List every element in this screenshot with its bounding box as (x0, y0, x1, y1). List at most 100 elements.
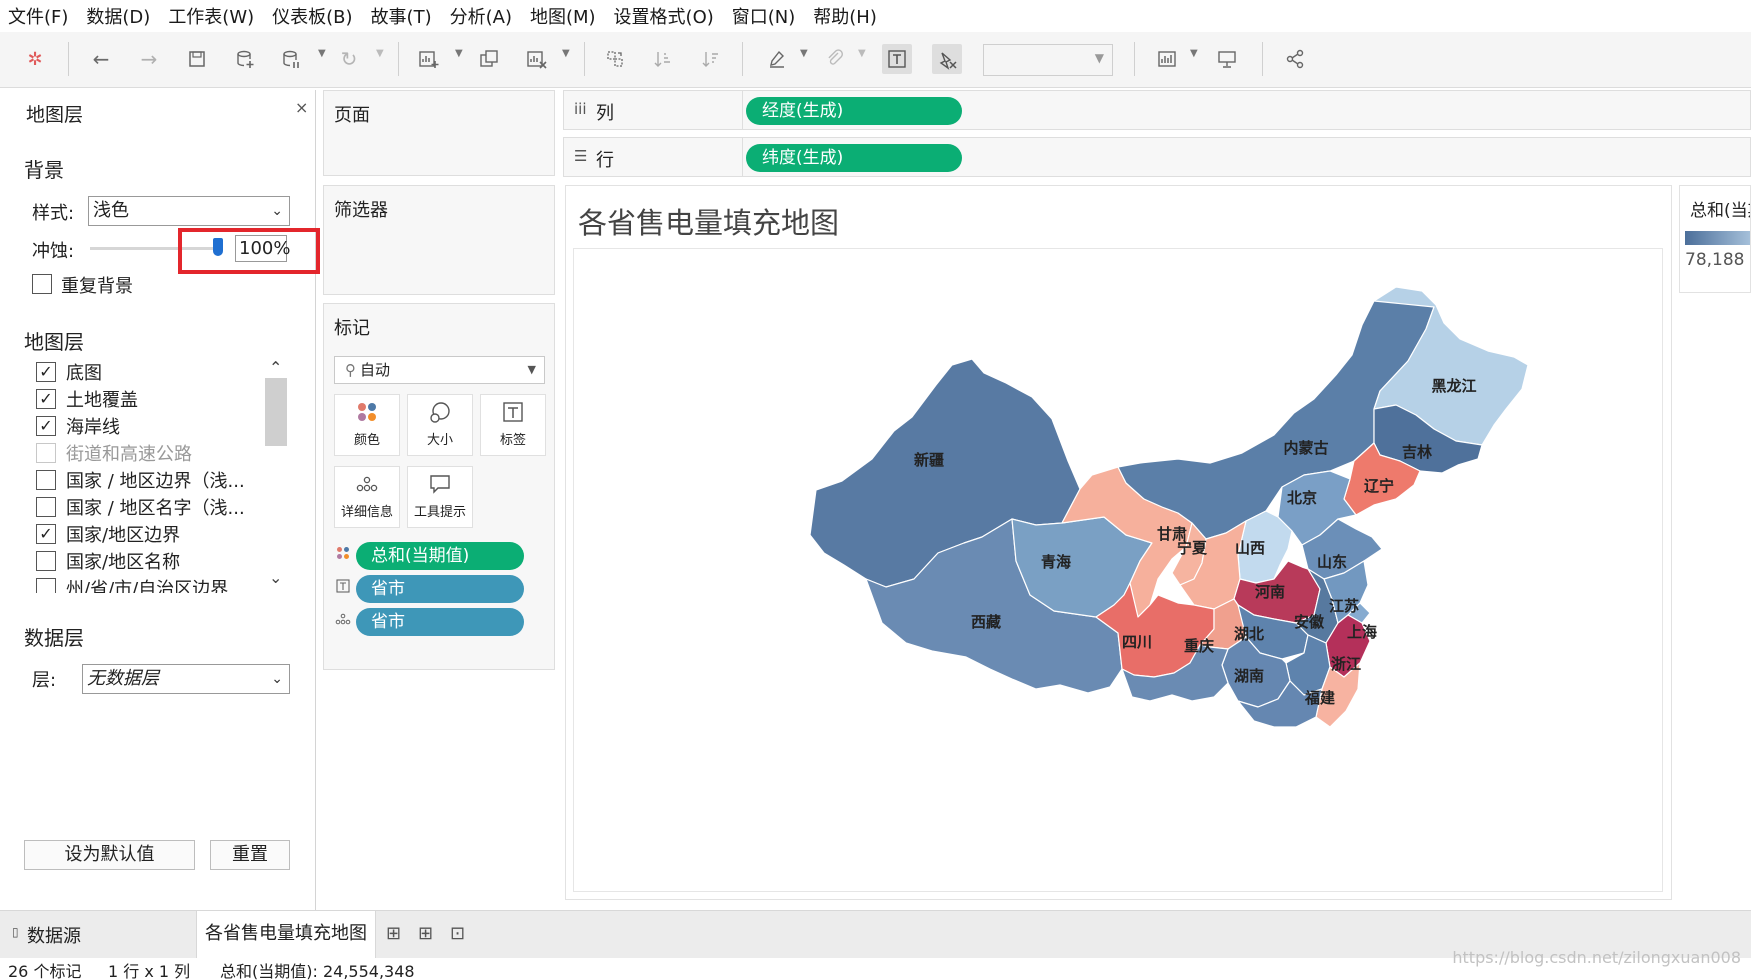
menu-file[interactable]: 文件(F) (8, 3, 68, 29)
map-label-heilongjiang: 黑龙江 (1431, 377, 1476, 395)
layer-label: 国家/地区边界 (66, 525, 181, 546)
new-worksheet-icon[interactable] (414, 44, 444, 74)
map-label-beijing: 北京 (1287, 489, 1317, 507)
color-dots-icon (334, 546, 352, 564)
dropdown-arrow-icon[interactable]: ▼ (858, 48, 866, 59)
size-button[interactable]: 大小 (407, 394, 473, 456)
layer-checkbox-basemap[interactable]: ✓ (36, 362, 56, 382)
chevron-down-icon: ⌄ (271, 203, 283, 219)
tab-sheet[interactable]: 各省售电量填充地图 (196, 911, 376, 958)
fit-combobox[interactable]: ▼ (983, 44, 1113, 76)
label-pill-province[interactable]: 省市 (356, 575, 524, 603)
dropdown-arrow-icon[interactable]: ▼ (800, 48, 808, 59)
color-button[interactable]: 颜色 (334, 394, 400, 456)
layer-checkbox-country-names-light[interactable] (36, 497, 56, 517)
close-icon[interactable]: × (295, 98, 308, 117)
filled-map[interactable]: 新疆 西藏 青海 甘肃 内蒙古 黑龙江 吉林 辽宁 宁夏 北京 山西 山东 河南… (573, 248, 1663, 892)
clear-sheet-icon[interactable] (522, 44, 552, 74)
filters-card[interactable]: 筛选器 (323, 185, 555, 295)
map-svg: 新疆 西藏 青海 甘肃 内蒙古 黑龙江 吉林 辽宁 宁夏 北京 山西 山东 河南… (809, 286, 1529, 728)
chevron-down-icon: ▼ (1094, 51, 1104, 65)
pause-update-icon[interactable] (276, 44, 306, 74)
detail-pill-province[interactable]: 省市 (356, 608, 524, 636)
save-icon[interactable] (182, 44, 212, 74)
layer-list-scrollbar[interactable]: ⌃ ⌄ (265, 358, 287, 590)
set-default-button[interactable]: 设为默认值 (24, 840, 195, 870)
data-layer-select[interactable]: 无数据层 ⌄ (82, 664, 290, 694)
label-button[interactable]: 标签 (480, 394, 546, 456)
columns-pill-longitude[interactable]: 经度(生成) (746, 97, 962, 125)
layer-checkbox-coastline[interactable]: ✓ (36, 416, 56, 436)
new-datasource-icon[interactable] (230, 44, 260, 74)
scrollbar-thumb[interactable] (265, 378, 287, 446)
menu-worksheet[interactable]: 工作表(W) (168, 3, 254, 29)
columns-shelf[interactable]: iii 列 经度(生成) (563, 90, 1751, 130)
map-label-jilin: 吉林 (1402, 443, 1433, 461)
redo-icon[interactable]: → (134, 44, 164, 74)
tableau-logo-icon[interactable]: ✲ (20, 44, 50, 74)
toolbar-separator (68, 42, 69, 76)
layer-checkbox-land-cover[interactable]: ✓ (36, 389, 56, 409)
dropdown-arrow-icon[interactable]: ▼ (318, 48, 326, 59)
layer-checkbox-country-borders-light[interactable] (36, 470, 56, 490)
map-label-zhejiang: 浙江 (1331, 655, 1361, 673)
menu-window[interactable]: 窗口(N) (732, 3, 796, 29)
dropdown-arrow-icon[interactable]: ▼ (1190, 48, 1198, 59)
detail-button[interactable]: 详细信息 (334, 466, 400, 528)
highlight-icon[interactable] (762, 44, 792, 74)
sheet-title: 各省售电量填充地图 (578, 206, 840, 240)
share-icon[interactable] (1280, 44, 1310, 74)
tab-datasource[interactable]: ▯ 数据源 (0, 911, 196, 958)
map-label-hunan: 湖南 (1234, 667, 1264, 685)
map-layer-list: ✓ 底图 ✓ 土地覆盖 ✓ 海岸线 街道和高速公路 国家 / 地区边界（浅...… (30, 355, 292, 593)
group-icon[interactable] (820, 44, 850, 74)
show-labels-icon[interactable] (882, 44, 912, 74)
menu-analysis[interactable]: 分析(A) (450, 3, 512, 29)
menu-format[interactable]: 设置格式(O) (614, 3, 714, 29)
style-label: 样式: (32, 203, 75, 224)
duplicate-icon[interactable] (474, 44, 504, 74)
dropdown-arrow-icon[interactable]: ▼ (455, 48, 463, 59)
layer-checkbox-country-names[interactable] (36, 551, 56, 571)
sort-descending-icon[interactable] (696, 44, 726, 74)
layer-label: 国家 / 地区名字（浅... (66, 498, 245, 519)
mark-type-select[interactable]: ⚲ 自动 ▼ (334, 356, 545, 384)
menu-dashboard[interactable]: 仪表板(B) (272, 3, 352, 29)
color-legend[interactable]: 总和(当期值) 78,188 (1679, 185, 1751, 293)
layer-checkbox-country-borders[interactable]: ✓ (36, 524, 56, 544)
tooltip-button-label: 工具提示 (413, 505, 466, 520)
rows-shelf[interactable]: ☰ 行 纬度(生成) (563, 137, 1751, 177)
scroll-down-icon[interactable]: ⌄ (269, 568, 282, 587)
menu-story[interactable]: 故事(T) (371, 3, 432, 29)
scroll-up-icon[interactable]: ⌃ (269, 358, 282, 377)
refresh-icon[interactable]: ↻ (334, 44, 364, 74)
menu-data[interactable]: 数据(D) (86, 3, 150, 29)
rows-pill-latitude[interactable]: 纬度(生成) (746, 144, 962, 172)
map-label-anhui: 安徽 (1294, 613, 1325, 631)
color-pill-sum-current-value[interactable]: 总和(当期值) (356, 542, 524, 570)
new-story-icon[interactable]: ⊡ (450, 923, 465, 944)
menu-help[interactable]: 帮助(H) (813, 3, 877, 29)
data-layer-header: 数据层 (24, 626, 84, 650)
reset-button[interactable]: 重置 (210, 840, 290, 870)
label-button-label: 标签 (499, 433, 526, 448)
dropdown-arrow-icon[interactable]: ▼ (376, 48, 384, 59)
swap-icon[interactable] (600, 44, 630, 74)
fix-axes-icon[interactable] (932, 44, 962, 74)
pages-card[interactable]: 页面 (323, 90, 555, 176)
columns-shelf-label: 列 (596, 103, 614, 124)
undo-icon[interactable]: ← (86, 44, 116, 74)
detail-icon (335, 473, 399, 499)
new-dashboard-icon[interactable]: ⊞ (418, 923, 433, 944)
presentation-icon[interactable] (1212, 44, 1242, 74)
show-me-icon[interactable] (1152, 44, 1182, 74)
style-select[interactable]: 浅色 ⌄ (88, 196, 290, 226)
menu-map[interactable]: 地图(M) (530, 3, 596, 29)
map-label-xinjiang: 新疆 (914, 451, 944, 469)
layer-checkbox-province-borders[interactable] (36, 578, 56, 593)
repeat-background-checkbox[interactable] (32, 274, 52, 294)
sort-ascending-icon[interactable] (648, 44, 678, 74)
dropdown-arrow-icon[interactable]: ▼ (562, 48, 570, 59)
new-worksheet-icon[interactable]: ⊞ (386, 923, 401, 944)
tooltip-button[interactable]: 工具提示 (407, 466, 473, 528)
